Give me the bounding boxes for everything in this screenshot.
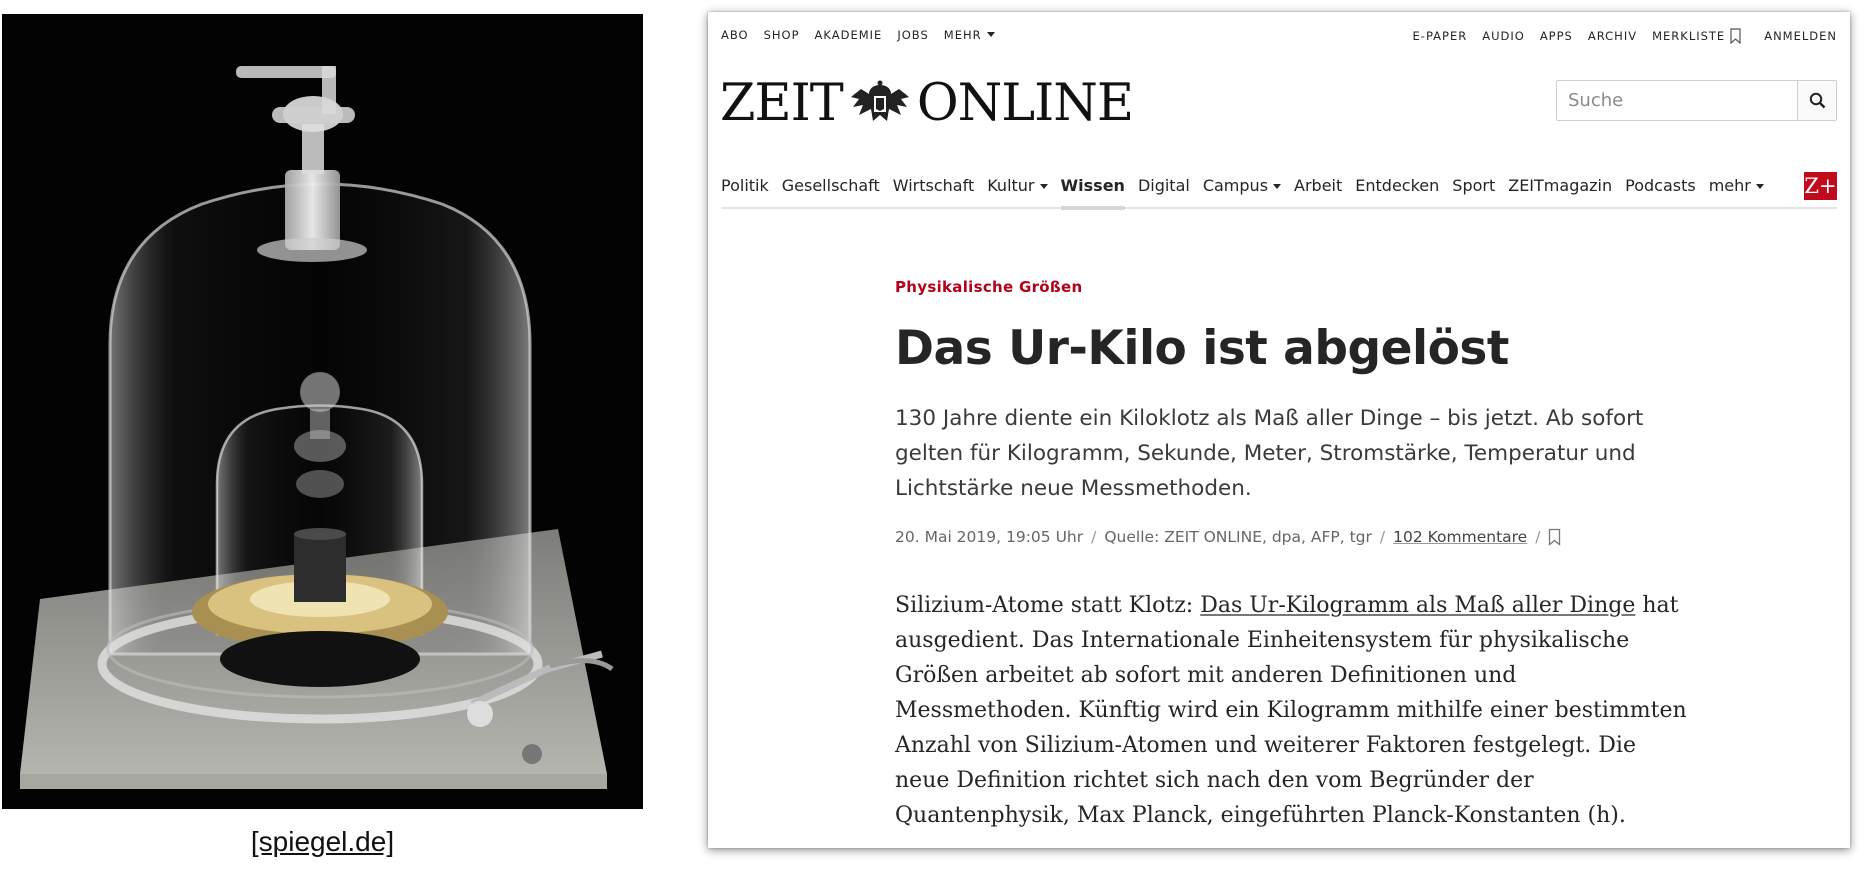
meta-separator: /	[1535, 528, 1541, 546]
nav-item-digital[interactable]: Digital	[1138, 176, 1190, 195]
chevron-down-icon	[1039, 184, 1048, 189]
topbar-audio-link[interactable]: AUDIO	[1482, 29, 1525, 43]
nav-item-zeitmagazin[interactable]: ZEITmagazin	[1508, 176, 1612, 195]
article-source: Quelle: ZEIT ONLINE, dpa, AFP, tgr	[1104, 528, 1372, 546]
chevron-down-icon	[1755, 184, 1764, 189]
nav-item-entdecken[interactable]: Entdecken	[1355, 176, 1439, 195]
meta-separator: /	[1379, 528, 1386, 546]
article-screenshot: ABO SHOP AKADEMIE JOBS MEHR E-PAPER AUDI…	[708, 12, 1850, 848]
search-button[interactable]	[1797, 81, 1836, 120]
nav-item-mehr[interactable]: mehr	[1709, 176, 1764, 195]
meta-separator: /	[1091, 528, 1097, 546]
article-date: 20. Mai 2019, 19:05 Uhr	[895, 528, 1084, 546]
body-intro: Silizium-Atome statt Klotz:	[895, 593, 1201, 618]
kilogram-prototype-photo	[2, 14, 643, 809]
source-link[interactable]: [spiegel.de]	[251, 826, 394, 857]
article-headline: Das Ur-Kilo ist abgelöst	[895, 321, 1509, 376]
topbar-anmelden-link[interactable]: ANMELDEN	[1764, 29, 1837, 43]
nav-item-sport[interactable]: Sport	[1452, 176, 1495, 195]
comments-link[interactable]: 102 Kommentare	[1393, 528, 1527, 546]
logo-word-zeit: ZEIT	[720, 73, 844, 133]
topbar-archiv-link[interactable]: ARCHIV	[1588, 29, 1637, 43]
nav-item-wissen[interactable]: Wissen	[1060, 176, 1126, 210]
zplus-button[interactable]: Z+	[1804, 172, 1837, 200]
body-link[interactable]: Das Ur-Kilogramm als Maß aller Dinge	[1200, 593, 1635, 618]
chevron-down-icon	[986, 32, 995, 37]
topbar-merkliste-link[interactable]: MERKLISTE	[1652, 28, 1741, 44]
photo-caption: [spiegel.de]	[0, 826, 645, 858]
nav-item-campus[interactable]: Campus	[1202, 176, 1282, 195]
zeit-online-logo[interactable]: ZEIT ONLINE	[720, 73, 1134, 133]
nav-item-arbeit[interactable]: Arbeit	[1294, 176, 1342, 195]
bookmark-icon[interactable]	[1548, 528, 1561, 546]
topbar-jobs-link[interactable]: JOBS	[897, 28, 928, 42]
topbar-mehr-label: MEHR	[943, 28, 982, 42]
main-navigation: Politik Gesellschaft Wirtschaft Kultur W…	[721, 162, 1837, 210]
search-box	[1556, 80, 1837, 121]
search-icon	[1809, 92, 1825, 109]
nav-item-kultur[interactable]: Kultur	[987, 176, 1048, 195]
logo-word-online: ONLINE	[916, 73, 1134, 133]
service-bar: ABO SHOP AKADEMIE JOBS MEHR E-PAPER AUDI…	[721, 28, 1837, 46]
article-body: Silizium-Atome statt Klotz: Das Ur-Kilog…	[895, 588, 1695, 833]
chevron-down-icon	[1273, 184, 1282, 189]
merkliste-label: MERKLISTE	[1652, 29, 1726, 43]
article-meta: 20. Mai 2019, 19:05 Uhr / Quelle: ZEIT O…	[895, 528, 1695, 546]
nav-kultur-label: Kultur	[987, 176, 1035, 195]
search-input[interactable]	[1557, 81, 1797, 120]
bell-jar-illustration	[20, 66, 614, 789]
nav-item-wirtschaft[interactable]: Wirtschaft	[893, 176, 974, 195]
eagle-crest-icon	[850, 80, 909, 121]
topbar-mehr-dropdown[interactable]: MEHR	[944, 28, 995, 42]
nav-item-politik[interactable]: Politik	[721, 176, 769, 195]
nav-campus-label: Campus	[1202, 176, 1269, 195]
article-kicker: Physikalische Größen	[895, 278, 1083, 296]
topbar-epaper-link[interactable]: E-PAPER	[1413, 29, 1468, 43]
topbar-shop-link[interactable]: SHOP	[764, 28, 800, 42]
body-text: hat ausgedient. Das Internationale Einhe…	[895, 593, 1687, 828]
nav-item-gesellschaft[interactable]: Gesellschaft	[782, 176, 880, 195]
bookmark-icon	[1730, 28, 1741, 44]
article-summary: 130 Jahre diente ein Kiloklotz als Maß a…	[895, 406, 1644, 501]
nav-item-podcasts[interactable]: Podcasts	[1625, 176, 1696, 195]
topbar-apps-link[interactable]: APPS	[1540, 29, 1573, 43]
topbar-akademie-link[interactable]: AKADEMIE	[815, 28, 883, 42]
article: Physikalische Größen Das Ur-Kilo ist abg…	[895, 278, 1695, 833]
topbar-abo-link[interactable]: ABO	[721, 28, 749, 42]
nav-mehr-label: mehr	[1708, 176, 1751, 195]
